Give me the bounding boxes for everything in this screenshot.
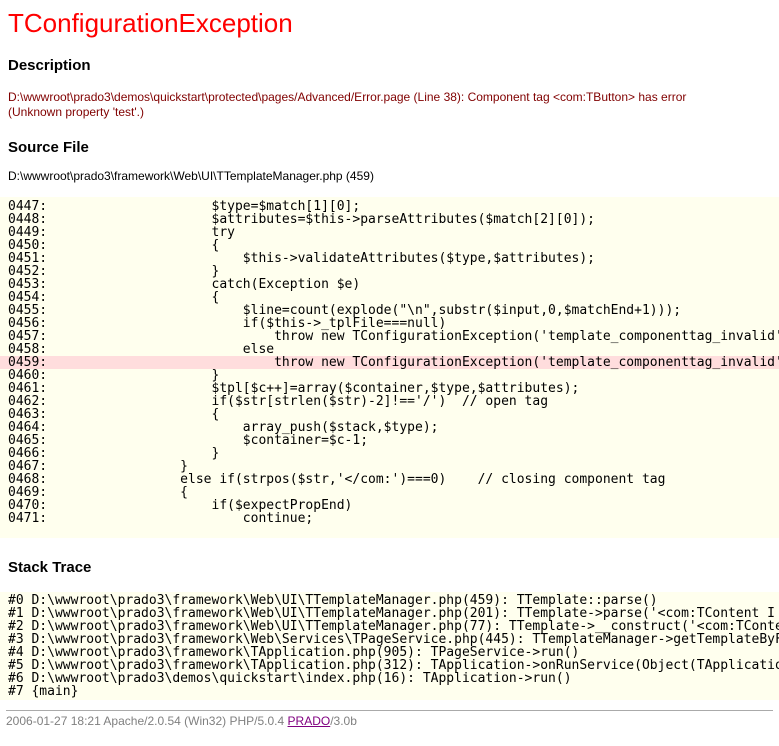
prado-link[interactable]: PRADO (288, 714, 331, 728)
error-description-message: D:\wwwroot\prado3\demos\quickstart\prote… (8, 90, 698, 120)
stack-frame-6: #6 D:\wwwroot\prado3\demos\quickstart\in… (0, 672, 779, 685)
stack-trace-block: #0 D:\wwwroot\prado3\framework\Web\UI\TT… (0, 592, 779, 700)
page-title: TConfigurationException (8, 8, 771, 38)
description-heading: Description (8, 58, 771, 74)
source-file-heading: Source File (8, 140, 771, 156)
source-code-block: 0447: $type=$match[1][0]; 0448: $attribu… (0, 197, 779, 538)
source-file-path: D:\wwwroot\prado3\framework\Web\UI\TTemp… (8, 169, 771, 184)
server-signature-footer: 2006-01-27 18:21 Apache/2.0.54 (Win32) P… (6, 710, 773, 729)
prado-version-text: /3.0b (330, 714, 357, 728)
stack-trace-heading: Stack Trace (8, 560, 771, 576)
server-signature-text: 2006-01-27 18:21 Apache/2.0.54 (Win32) P… (6, 714, 288, 728)
code-line-0471: 0471: continue; (0, 512, 779, 525)
stack-frame-7: #7 {main} (0, 685, 779, 698)
